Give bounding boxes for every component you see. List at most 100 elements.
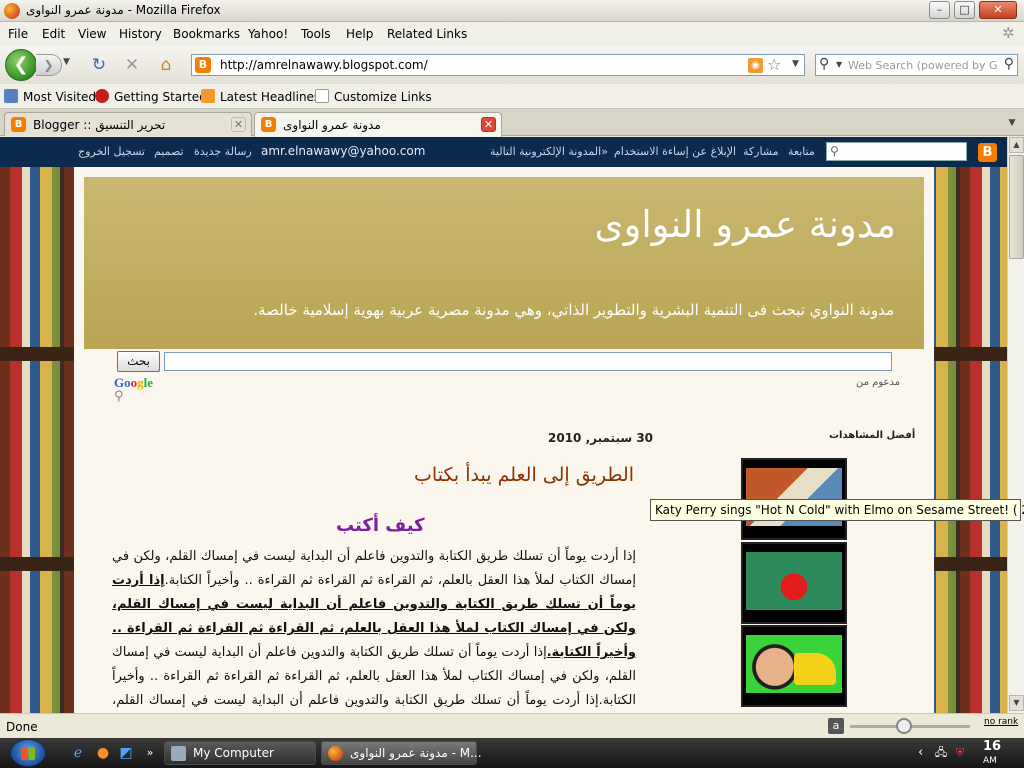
taskbar: ℯ ● ◩ » My Computer مدونة عمرو النواوى -…	[0, 738, 1024, 768]
bookmark-label: Most Visited	[23, 90, 97, 104]
scroll-up-arrow-icon[interactable]: ▲	[1009, 137, 1024, 153]
navbar-user-email: amr.elnawawy@yahoo.com	[261, 144, 426, 158]
google-search-button[interactable]: بحث	[117, 351, 160, 372]
navbar-new-post-link[interactable]: رسالة جديدة	[194, 145, 252, 158]
menu-bookmarks[interactable]: Bookmarks	[173, 27, 240, 41]
blog-description: مدونة النواوي تبحث فى التنمية البشرية وا…	[253, 301, 894, 319]
addon-icon[interactable]: a	[828, 718, 844, 734]
page-viewport: B ⚲ متابعة مشاركة الإبلاغ عن إساءة الاست…	[0, 137, 1007, 713]
bookmark-star-icon[interactable]: ☆	[767, 55, 781, 74]
post-date: 30 سبتمبر, 2010	[548, 431, 654, 445]
history-dropdown-icon[interactable]: ▼	[63, 57, 70, 67]
search-engine-dropdown-icon[interactable]: ▼	[836, 60, 842, 69]
taskbar-button-label: My Computer	[193, 746, 274, 760]
firefox-quicklaunch-icon[interactable]: ●	[95, 745, 111, 761]
menu-help[interactable]: Help	[346, 27, 373, 41]
minimize-button[interactable]: –	[929, 1, 950, 19]
start-button[interactable]	[10, 739, 46, 767]
network-icon[interactable]: 🖧	[934, 746, 948, 760]
powered-by-label: مدعوم من	[856, 377, 901, 388]
bookmark-folder-icon	[4, 89, 18, 103]
video-thumbnail-image	[746, 552, 842, 610]
quicklaunch-more-icon[interactable]: »	[142, 745, 158, 761]
menu-tools[interactable]: Tools	[301, 27, 331, 41]
menu-bar: File Edit View History Bookmarks Yahoo! …	[0, 22, 1024, 46]
blogger-logo-icon[interactable]: B	[978, 143, 997, 162]
url-bar[interactable]: B http://amrelnawawy.blogspot.com/ ◉ ☆ ▼	[191, 54, 805, 76]
back-button[interactable]: ❮	[5, 49, 37, 81]
ie-quicklaunch-icon[interactable]: ℯ	[70, 745, 86, 761]
throbber-icon: ✲	[1002, 24, 1015, 42]
close-window-button[interactable]: ✕	[979, 1, 1017, 19]
rank-slider-knob[interactable]	[896, 718, 912, 734]
window-titlebar: مدونة عمرو النواوى - Mozilla Firefox – □…	[0, 0, 1024, 22]
video-thumbnail[interactable]	[741, 625, 847, 707]
computer-icon	[171, 746, 186, 761]
post-title[interactable]: الطريق إلى العلم يبدأ بكتاب	[414, 464, 634, 486]
video-tooltip: Katy Perry sings "Hot N Cold" with Elmo …	[650, 499, 1024, 521]
forward-button[interactable]: ❯	[36, 54, 62, 76]
blogger-favicon-icon: B	[11, 117, 26, 132]
clock-time: 16	[983, 739, 1002, 754]
bookmarks-toolbar: Most Visited Getting Started Latest Head…	[0, 84, 1024, 109]
tab-close-icon[interactable]: ✕	[231, 117, 246, 132]
video-thumbnail[interactable]	[741, 542, 847, 624]
reload-icon[interactable]: ↻	[88, 55, 110, 75]
rank-link[interactable]: no rank	[984, 717, 1018, 727]
blogger-favicon-icon: B	[261, 117, 276, 132]
tab-list-dropdown-icon[interactable]: ▼	[1003, 114, 1021, 132]
page-scrollbar[interactable]: ▲ ▼	[1007, 137, 1024, 713]
search-go-icon[interactable]: ⚲	[1004, 56, 1014, 72]
tab-label: مدونة عمرو النواوى	[283, 118, 381, 132]
tab-blogger[interactable]: B Blogger :: تحرير التنسيق ✕	[4, 112, 252, 136]
bookmark-most-visited[interactable]: Most Visited	[4, 89, 96, 104]
rss-feed-icon[interactable]: ◉	[748, 58, 763, 73]
scroll-thumb[interactable]	[1009, 155, 1024, 259]
menu-file[interactable]: File	[8, 27, 28, 41]
tray-expand-icon[interactable]: ‹	[918, 745, 923, 760]
system-clock[interactable]: 16 AM	[983, 740, 1001, 768]
rss-feed-icon	[201, 89, 215, 103]
tab-close-icon[interactable]: ✕	[481, 117, 496, 132]
bookmark-latest-headlines[interactable]: Latest Headlines	[201, 89, 320, 104]
navbar-follow-link[interactable]: متابعة	[788, 145, 815, 158]
url-dropdown-icon[interactable]: ▼	[792, 59, 799, 69]
bookmark-label: Getting Started	[114, 90, 207, 104]
navbar-next-blog-link[interactable]: المدونة الإلكترونية التالية»	[490, 145, 608, 158]
scroll-down-arrow-icon[interactable]: ▼	[1009, 695, 1024, 711]
blog-title[interactable]: مدونة عمرو النواوى	[595, 203, 896, 246]
tab-bar: B Blogger :: تحرير التنسيق ✕ B مدونة عمر…	[0, 109, 1024, 137]
taskbar-button-label: مدونة عمرو النواوى - M...	[350, 746, 482, 760]
taskbar-my-computer[interactable]: My Computer	[164, 741, 316, 765]
blogger-search-input[interactable]: ⚲	[826, 142, 967, 161]
security-icon[interactable]: ⛨	[953, 746, 967, 760]
menu-yahoo[interactable]: Yahoo!	[248, 27, 288, 41]
navbar-share-link[interactable]: مشاركة	[743, 145, 779, 158]
google-logo-part: Go	[114, 375, 131, 390]
explorer-quicklaunch-icon[interactable]: ◩	[118, 745, 134, 761]
post-paragraph: إذا أردت يوماً أن تسلك طريق الكتابة والت…	[112, 549, 636, 588]
tab-label: Blogger :: تحرير التنسيق	[33, 118, 166, 132]
blog-page: مدونة عمرو النواوى مدونة النواوي تبحث فى…	[74, 167, 934, 713]
bookmark-customize-links[interactable]: Customize Links	[315, 89, 432, 104]
bookmark-getting-started[interactable]: Getting Started	[95, 89, 207, 104]
search-engine-icon[interactable]: ⚲	[819, 56, 829, 72]
url-text[interactable]: http://amrelnawawy.blogspot.com/	[220, 58, 428, 72]
navbar-report-abuse-link[interactable]: الإبلاغ عن إساءة الاستخدام	[614, 145, 736, 158]
web-search-box[interactable]: ⚲ ▼ Web Search (powered by Go ⚲	[815, 54, 1018, 76]
menu-edit[interactable]: Edit	[42, 27, 65, 41]
maximize-button[interactable]: □	[954, 1, 975, 19]
stop-icon[interactable]: ✕	[121, 55, 143, 75]
google-search-input[interactable]	[164, 352, 892, 371]
bookmark-label: Customize Links	[334, 90, 432, 104]
menu-history[interactable]: History	[119, 27, 162, 41]
menu-related-links[interactable]: Related Links	[387, 27, 467, 41]
search-placeholder[interactable]: Web Search (powered by Go	[848, 59, 998, 72]
google-magnifier-icon: ⚲	[114, 389, 124, 404]
taskbar-firefox[interactable]: مدونة عمرو النواوى - M...	[321, 741, 482, 765]
tab-blog[interactable]: B مدونة عمرو النواوى ✕	[254, 112, 502, 137]
navbar-sign-out-link[interactable]: تسجيل الخروج	[78, 145, 145, 158]
navbar-design-link[interactable]: تصميم	[154, 145, 184, 158]
home-icon[interactable]: ⌂	[155, 55, 177, 75]
menu-view[interactable]: View	[78, 27, 106, 41]
